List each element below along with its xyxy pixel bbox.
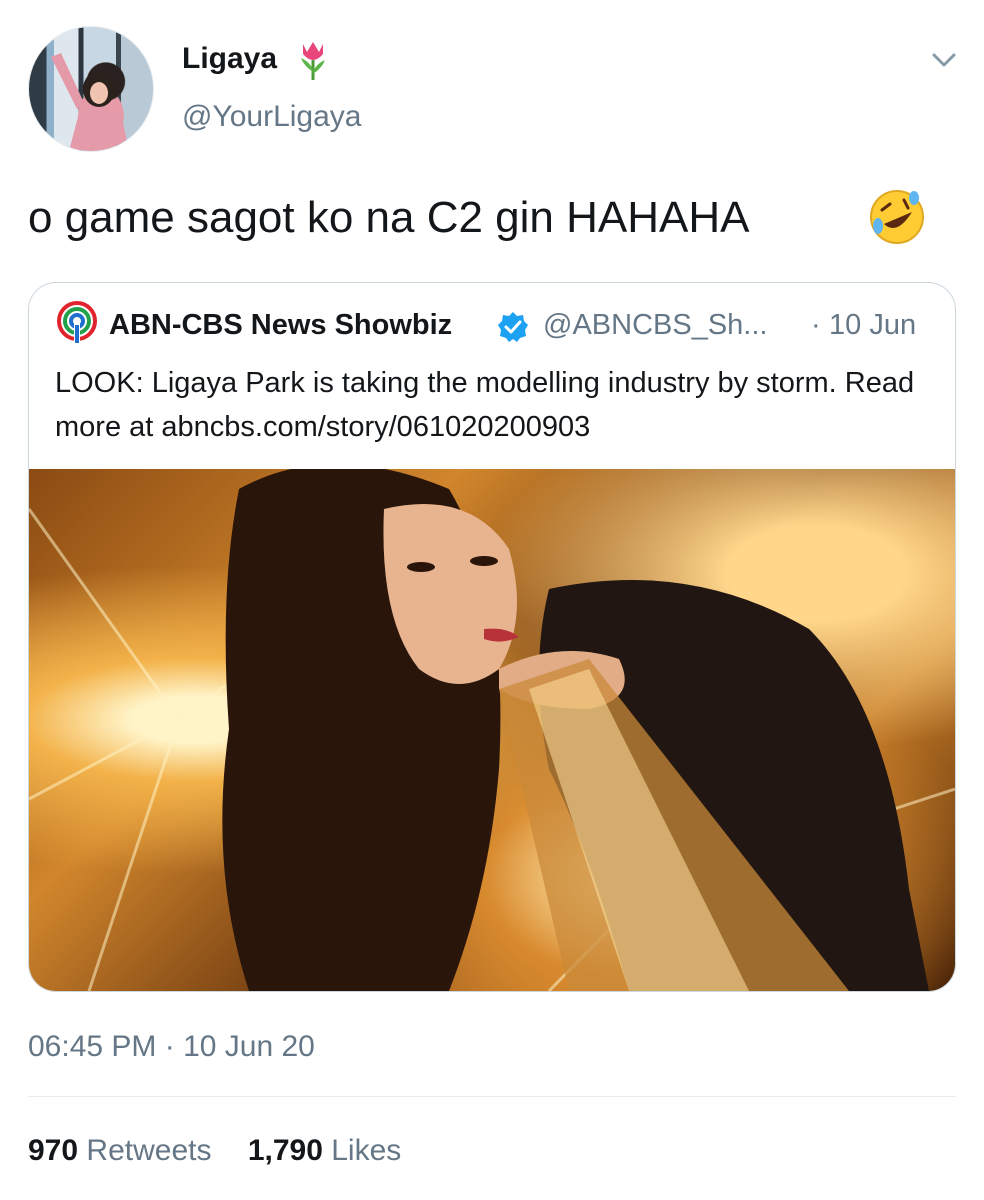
verified-badge-icon xyxy=(498,312,528,342)
quoted-handle[interactable]: @ABNCBS_Sh... xyxy=(543,309,767,342)
quoted-separator: · xyxy=(811,309,821,341)
chevron-down-icon[interactable] xyxy=(928,48,960,72)
rolling-on-the-floor-laughing-icon xyxy=(870,190,924,244)
retweets-label: Retweets xyxy=(86,1134,212,1167)
likes-stat[interactable]: 1,790 Likes xyxy=(248,1134,401,1167)
retweets-stat[interactable]: 970 Retweets xyxy=(28,1134,211,1167)
avatar-photo xyxy=(51,53,129,151)
display-name[interactable]: Ligaya xyxy=(182,42,277,76)
quoted-display-name[interactable]: ABN-CBS News Showbiz xyxy=(109,309,452,342)
tulip-icon xyxy=(301,42,325,80)
divider xyxy=(28,1096,956,1097)
quoted-text: LOOK: Ligaya Park is taking the modellin… xyxy=(55,367,915,443)
avatar[interactable] xyxy=(28,26,154,152)
tweet-text: o game sagot ko na C2 gin HAHAHA xyxy=(28,193,750,242)
news-logo-icon xyxy=(57,301,97,343)
quoted-media-photo[interactable] xyxy=(29,469,955,991)
engagement-stats: 970 Retweets 1,790 Likes xyxy=(28,1134,401,1168)
quoted-date[interactable]: 10 Jun xyxy=(829,309,916,342)
likes-label: Likes xyxy=(331,1134,402,1167)
quoted-tweet-card[interactable]: ABN-CBS News Showbiz @ABNCBS_Sh... · 10 … xyxy=(28,282,956,992)
user-handle[interactable]: @YourLigaya xyxy=(182,100,361,134)
retweets-count: 970 xyxy=(28,1134,79,1167)
photo-illustration xyxy=(29,469,955,991)
likes-count: 1,790 xyxy=(247,1134,323,1167)
tweet-timestamp[interactable]: 06:45 PM · 10 Jun 20 xyxy=(28,1030,315,1064)
